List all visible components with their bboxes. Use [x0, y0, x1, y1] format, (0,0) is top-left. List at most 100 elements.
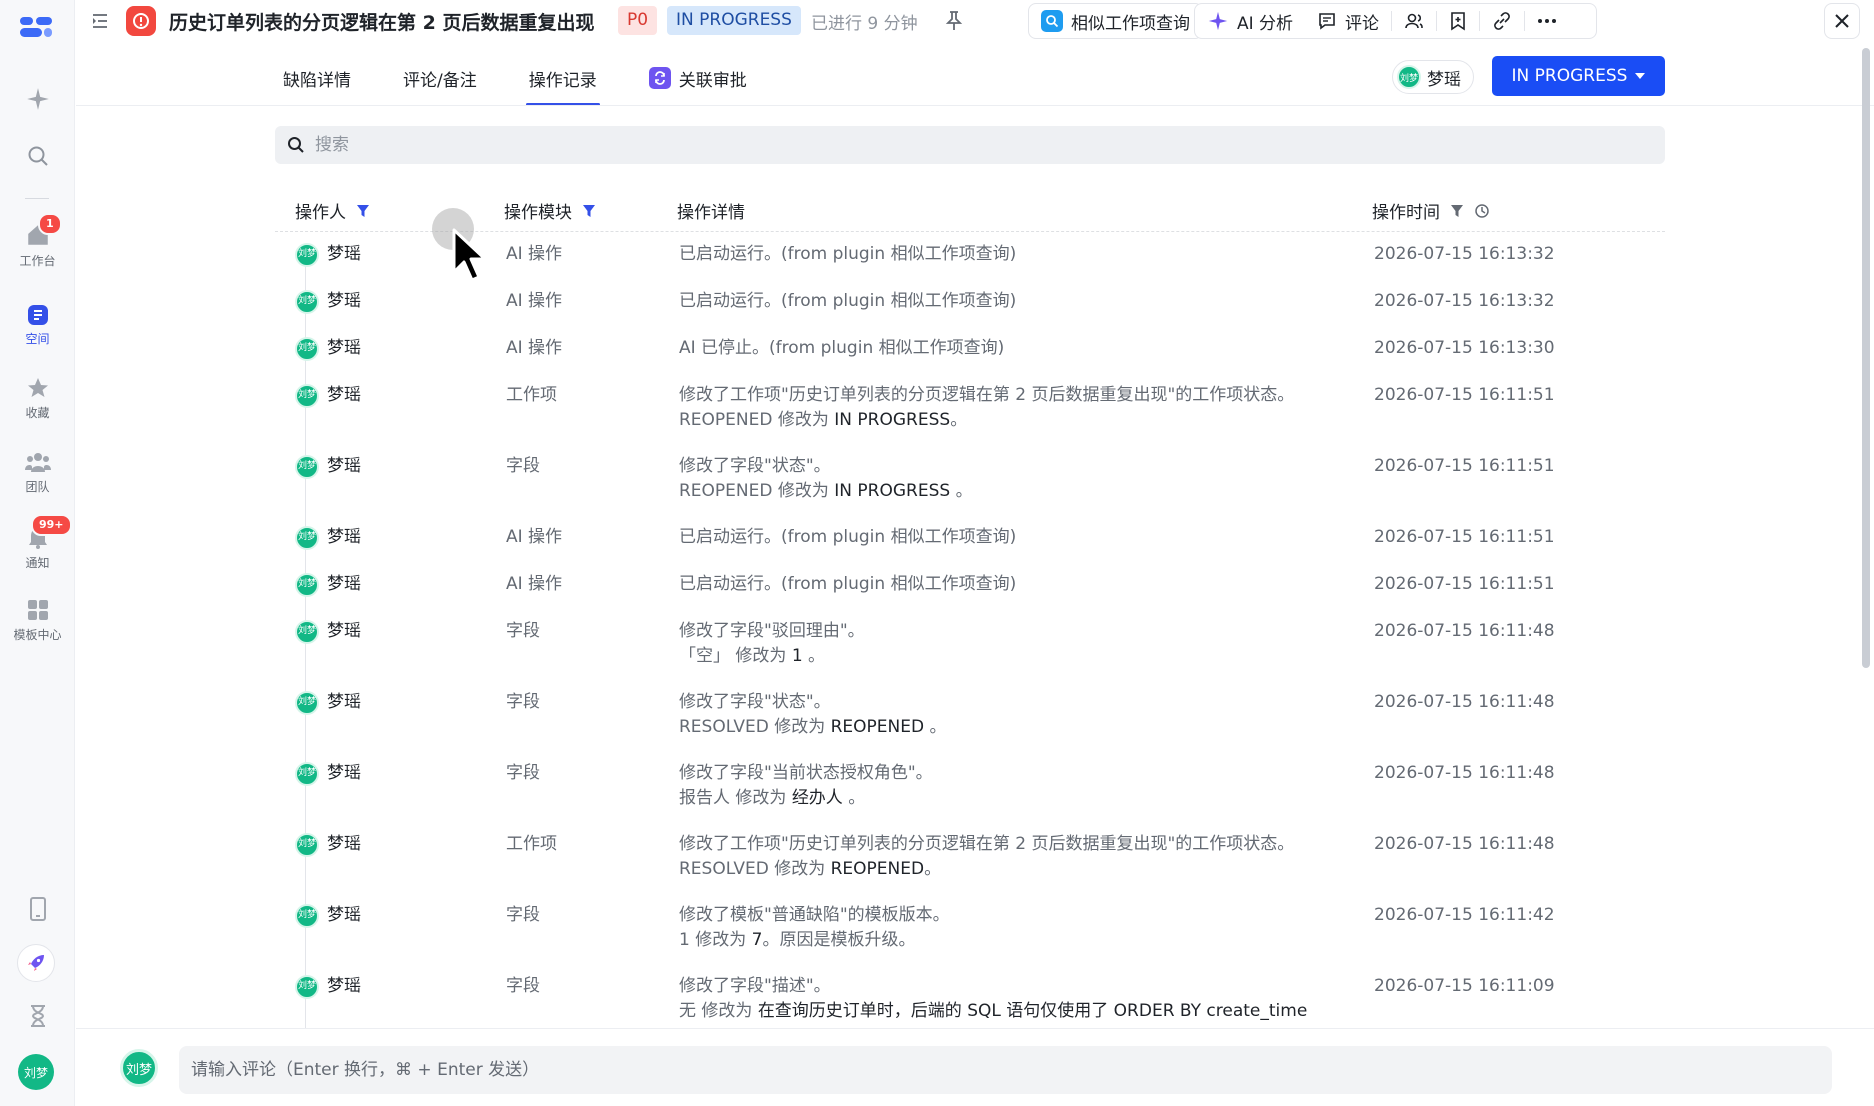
rail-item-workbench[interactable]: 工作台 1 [0, 213, 75, 269]
avatar: 刘梦 [295, 974, 319, 999]
status-badge[interactable]: IN PROGRESS [667, 6, 801, 35]
operator-cell: 刘梦 梦瑶 [295, 383, 361, 408]
detail-line: 修改了字段"状态"。 [679, 456, 831, 476]
members-icon [1405, 13, 1423, 29]
time-cell: 2026-07-15 16:11:51 [1374, 574, 1555, 594]
detail-change-line: REOPENED 修改为 IN PROGRESS。 [679, 408, 1359, 433]
rail-label: 模板中心 [13, 628, 62, 642]
change-tail: 。 [842, 788, 866, 808]
rail-item-templates[interactable]: 模板中心 [0, 598, 75, 643]
close-button[interactable] [1824, 3, 1860, 39]
rail-item-team[interactable]: 团队 [0, 450, 75, 495]
table-row: 刘梦 梦瑶 字段 修改了模板"普通缺陷"的模板版本。 1 修改为 7。原因是模板升级。 2… [275, 893, 1665, 964]
operator-cell: 刘梦 梦瑶 [295, 690, 361, 715]
table-header: 操作人 操作模块 操作详情 操作时间 [275, 192, 1665, 232]
change-from: 「空」 [679, 646, 730, 666]
change-to: 经办人 [791, 788, 843, 808]
hourglass-icon[interactable] [0, 1004, 75, 1028]
rocket-icon[interactable] [17, 944, 55, 982]
rail-item-notifications[interactable]: 通知 99+ [0, 514, 75, 571]
app-window: 工作台 1 空间 收藏 团队 通知 99+ 模板中心 刘梦 历史订单列表的分页逻… [0, 0, 1874, 1106]
change-to: IN PROGRESS [834, 410, 951, 430]
detail-line: 已启动运行。(from plugin 相似工作项查询) [679, 574, 1017, 594]
tab-linked-approval[interactable]: 关联审批 [646, 50, 750, 106]
table-row: 刘梦 梦瑶 字段 修改了字段"描述"。无 修改为 在查询历史订单时，后端的 SQL 语… [275, 964, 1665, 1027]
rail-item-space[interactable]: 空间 [0, 304, 75, 347]
column-module: 操作模块 [504, 198, 596, 223]
sort-clock-icon[interactable] [1474, 203, 1490, 219]
comment-button[interactable]: 评论 [1305, 4, 1391, 38]
module-cell: 字段 [506, 763, 540, 783]
table-row: 刘梦 梦瑶 AI 操作 AI 已停止。(from plugin 相似工作项查询) 202… [275, 326, 1665, 373]
tab-operation-log[interactable]: 操作记录 [525, 50, 600, 106]
detail-line: 修改了字段"状态"。 [679, 692, 831, 712]
module-cell: 字段 [506, 905, 540, 925]
collapse-sidebar-icon[interactable] [90, 11, 110, 35]
change-to: IN PROGRESS [834, 481, 951, 501]
time-cell: 2026-07-15 16:11:51 [1374, 527, 1555, 547]
time-cell: 2026-07-15 16:11:51 [1374, 385, 1555, 405]
status-dropdown-button[interactable]: IN PROGRESS [1492, 56, 1665, 96]
operator-name: 梦瑶 [327, 905, 361, 925]
change-from: 无 [679, 1001, 696, 1021]
operator-cell: 刘梦 梦瑶 [295, 525, 361, 550]
top-bar: 历史订单列表的分页逻辑在第 2 页后数据重复出现 P0 IN PROGRESS … [76, 0, 1874, 42]
change-tail: 。原因是模板升级。 [762, 930, 916, 950]
filter-icon[interactable] [582, 204, 596, 218]
search-icon[interactable] [0, 144, 75, 168]
priority-badge[interactable]: P0 [618, 6, 658, 35]
user-avatar[interactable]: 刘梦 [18, 1054, 54, 1090]
link-icon [1494, 12, 1510, 30]
table-row: 刘梦 梦瑶 工作项 修改了工作项"历史订单列表的分页逻辑在第 2 页后数据重复出现"的… [275, 822, 1665, 893]
detail-line: 修改了工作项"历史订单列表的分页逻辑在第 2 页后数据重复出现"的工作项状态。 [679, 385, 1295, 405]
detail-cell: 修改了字段"驳回理由"。 「空」 修改为 1 。 [679, 619, 1359, 669]
copy-link-button[interactable] [1480, 4, 1524, 38]
search-input[interactable] [315, 135, 1665, 155]
tab-label: 评论/备注 [403, 70, 477, 91]
operator-name: 梦瑶 [327, 574, 361, 594]
filter-icon[interactable] [356, 204, 370, 218]
app-logo[interactable] [18, 14, 54, 40]
module-cell: 字段 [506, 976, 540, 996]
change-from: RESOLVED [679, 717, 769, 737]
operator-cell: 刘梦 梦瑶 [295, 832, 361, 857]
tab-comments[interactable]: 评论/备注 [400, 50, 480, 106]
rail-label: 工作台 [19, 254, 56, 268]
rail-label: 团队 [25, 480, 50, 494]
change-tail: 。 [924, 859, 942, 879]
assignee-selector[interactable]: 刘梦 梦瑶 [1392, 60, 1474, 94]
comment-input[interactable] [179, 1046, 1832, 1094]
operator-name: 梦瑶 [327, 291, 361, 311]
more-button[interactable] [1525, 4, 1569, 38]
comment-icon [1319, 13, 1335, 30]
ai-analysis-button[interactable]: AI 分析 [1195, 4, 1305, 38]
detail-cell: 修改了工作项"历史订单列表的分页逻辑在第 2 页后数据重复出现"的工作项状态。 R… [679, 383, 1359, 433]
table-row: 刘梦 梦瑶 字段 修改了字段"驳回理由"。 「空」 修改为 1 。 2026-07-15 … [275, 609, 1665, 680]
bookmark-button[interactable] [1437, 4, 1479, 38]
detail-change-line: 「空」 修改为 1 。 [679, 644, 1359, 669]
detail-change-line: 1 修改为 7。原因是模板升级。 [679, 928, 1359, 953]
sparkle-icon[interactable] [0, 86, 75, 112]
module-cell: 字段 [506, 621, 540, 641]
avatar: 刘梦 [295, 572, 319, 597]
time-cell: 2026-07-15 16:11:48 [1374, 834, 1555, 854]
detail-change-line: 无 修改为 在查询历史订单时，后端的 SQL 语句仅使用了 ORDER BY c… [679, 999, 1359, 1024]
tab-defect-details[interactable]: 缺陷详情 [280, 50, 354, 106]
rail-label: 空间 [25, 332, 50, 346]
template-icon [27, 600, 48, 620]
change-from: RESOLVED [679, 859, 769, 879]
column-label: 操作模块 [504, 203, 572, 223]
members-button[interactable] [1392, 4, 1436, 38]
column-label: 操作时间 [1372, 203, 1440, 223]
change-verb: 修改为 [735, 646, 787, 666]
detail-line: AI 已停止。(from plugin 相似工作项查询) [679, 338, 1005, 358]
tab-label: 缺陷详情 [283, 70, 351, 91]
pin-icon[interactable] [944, 10, 964, 36]
table-body: 刘梦 梦瑶 AI 操作 已启动运行。(from plugin 相似工作项查询) 2026… [275, 232, 1665, 1027]
filter-icon[interactable] [1450, 204, 1464, 218]
similar-items-button[interactable]: 相似工作项查询 [1028, 3, 1203, 39]
rail-item-favorites[interactable]: 收藏 [0, 376, 75, 421]
mobile-icon[interactable] [0, 896, 75, 922]
scrollbar[interactable] [1862, 48, 1870, 668]
time-cell: 2026-07-15 16:11:51 [1374, 456, 1555, 476]
